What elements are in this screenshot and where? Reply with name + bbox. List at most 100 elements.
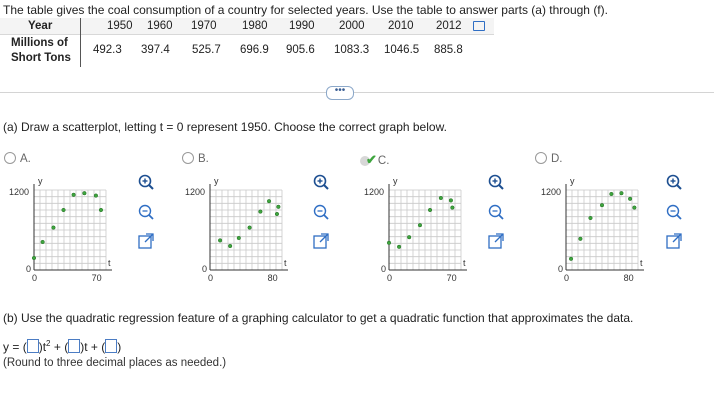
- eq-sup: 2: [46, 339, 51, 348]
- check-icon: ✔: [366, 152, 377, 167]
- origin-label: 0: [381, 264, 387, 274]
- x-axis-label: t: [108, 258, 111, 268]
- year-cell: 2012: [436, 20, 462, 32]
- x-axis-label: t: [640, 258, 643, 268]
- zoom-out-icon[interactable]: [312, 203, 330, 221]
- y-max-label: 1200: [185, 187, 206, 197]
- origin-label: 0: [202, 264, 208, 274]
- tons-cell: 397.4: [141, 44, 170, 56]
- tons-cell: 885.8: [434, 44, 463, 56]
- data-point: [258, 209, 263, 214]
- option-a-label: A.: [20, 153, 31, 165]
- zoom-out-icon[interactable]: [665, 203, 683, 221]
- year-cell: 2000: [339, 20, 365, 32]
- data-point: [438, 195, 443, 201]
- eq-lhs: y =: [3, 340, 20, 354]
- option-b-label: B.: [198, 153, 209, 165]
- data-point: [31, 255, 37, 261]
- x-max-label: 70: [91, 273, 102, 283]
- tons-header-line1: Millions of: [11, 37, 68, 49]
- tons-cell: 696.9: [240, 44, 269, 56]
- eq-t: t +: [84, 340, 98, 354]
- y-axis-label: y: [393, 176, 398, 186]
- more-button[interactable]: •••: [326, 86, 354, 100]
- data-point: [599, 203, 605, 208]
- intro-text: The table gives the coal consumption of …: [3, 3, 608, 17]
- y-max-label: 1200: [541, 187, 562, 197]
- data-point: [274, 211, 280, 217]
- y-axis-label: y: [214, 176, 219, 186]
- tons-cell: 1046.5: [384, 44, 420, 56]
- zoom-out-icon[interactable]: [137, 203, 155, 221]
- data-point: [98, 207, 104, 213]
- copy-table-icon[interactable]: [473, 21, 485, 31]
- expand-icon[interactable]: [665, 232, 683, 250]
- option-d[interactable]: D.: [535, 152, 563, 165]
- data-point: [93, 193, 98, 198]
- zoom-out-icon[interactable]: [487, 203, 505, 221]
- radio-b[interactable]: [182, 152, 194, 164]
- expand-icon[interactable]: [137, 232, 155, 250]
- zoom-in-icon[interactable]: [487, 173, 505, 191]
- x-max-label: 70: [446, 273, 457, 283]
- data-point: [588, 215, 593, 221]
- zoom-in-icon[interactable]: [312, 173, 330, 191]
- part-b-question: (b) Use the quadratic regression feature…: [3, 311, 634, 325]
- data-point: [218, 238, 223, 243]
- tons-cell: 492.3: [93, 44, 122, 56]
- origin-label: 0: [26, 264, 32, 274]
- data-point: [568, 256, 574, 261]
- option-b[interactable]: B.: [182, 152, 209, 165]
- expand-icon[interactable]: [312, 232, 330, 250]
- option-d-label: D.: [551, 153, 563, 165]
- scatter-plot-b: [209, 184, 288, 271]
- year-cell: 1950: [107, 20, 133, 32]
- data-point: [247, 225, 252, 230]
- data-point: [71, 192, 76, 197]
- y-axis-label: y: [38, 176, 43, 186]
- data-point: [61, 207, 66, 213]
- coef-c-input[interactable]: [105, 339, 118, 353]
- year-header: Year: [28, 20, 53, 32]
- zoom-in-icon[interactable]: [137, 173, 155, 191]
- tons-header-line2: Short Tons: [11, 52, 71, 64]
- option-c-label: C.: [377, 155, 390, 167]
- year-cell: 1960: [147, 20, 173, 32]
- coef-a-input[interactable]: [26, 339, 39, 353]
- data-point: [427, 207, 433, 213]
- origin-label: 0: [564, 273, 570, 283]
- data-point: [276, 204, 281, 209]
- data-point: [228, 243, 233, 249]
- paren-close: ): [117, 340, 122, 354]
- data-point: [609, 191, 614, 197]
- data-point: [450, 205, 455, 210]
- data-point: [628, 196, 633, 201]
- x-max-label: 80: [267, 273, 278, 283]
- coef-b-input[interactable]: [68, 339, 81, 353]
- data-point: [82, 191, 87, 196]
- x-axis-label: t: [284, 258, 287, 268]
- year-cell: 1970: [191, 20, 217, 32]
- data-point: [386, 240, 392, 245]
- scatter-plot-a: [31, 184, 112, 271]
- option-a[interactable]: A.: [4, 152, 31, 165]
- radio-a[interactable]: [4, 152, 16, 164]
- expand-icon[interactable]: [487, 232, 505, 250]
- option-c[interactable]: ✔C.: [360, 152, 389, 168]
- scatter-plot-d: [565, 184, 644, 271]
- eq-plus: +: [53, 340, 61, 354]
- table-divider: [80, 18, 81, 67]
- data-point: [619, 191, 624, 196]
- origin-label: 0: [558, 264, 564, 274]
- radio-d[interactable]: [535, 152, 547, 164]
- zoom-in-icon[interactable]: [665, 173, 683, 191]
- y-max-label: 1200: [364, 187, 385, 197]
- round-note: (Round to three decimal places as needed…: [3, 357, 227, 369]
- data-point: [417, 223, 423, 228]
- equation-row: y = ()t2 + ()t + (): [3, 339, 121, 354]
- part-a-question: (a) Draw a scatterplot, letting t = 0 re…: [3, 120, 447, 134]
- origin-label: 0: [32, 273, 38, 283]
- data-point: [397, 244, 402, 249]
- data-point: [407, 235, 412, 240]
- x-axis-label: t: [463, 258, 466, 268]
